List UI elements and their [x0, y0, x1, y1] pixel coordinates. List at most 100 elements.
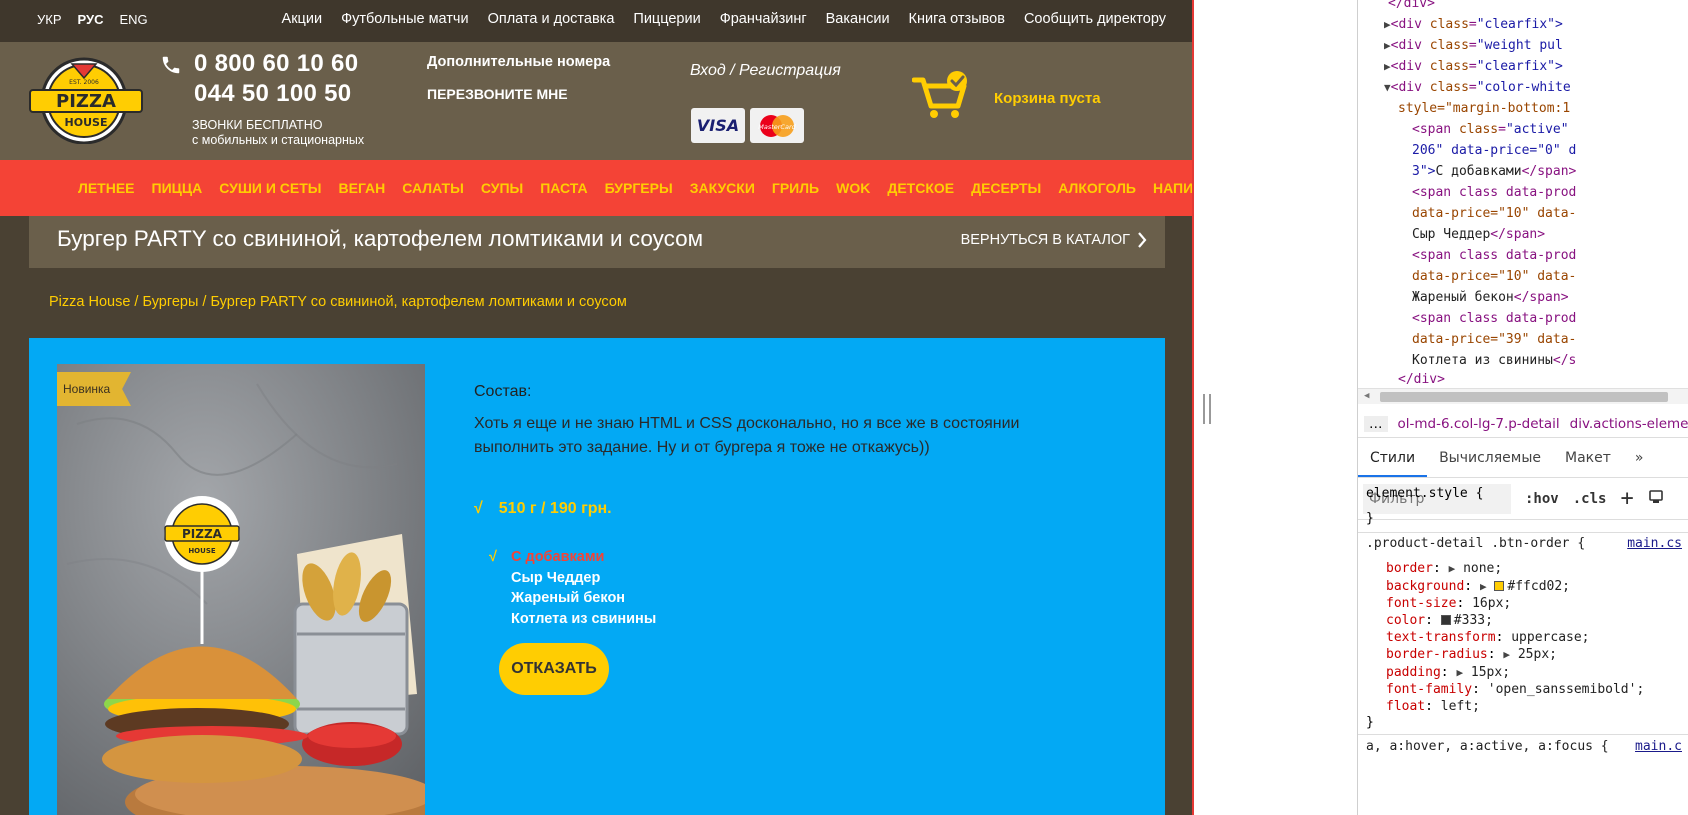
phone-number-kyiv[interactable]: 044 50 100 50 [194, 80, 351, 108]
rule-divider [1358, 734, 1688, 735]
panel-resize-handle[interactable] [1203, 394, 1211, 424]
rule-selector[interactable]: .product-detail .btn-order { [1366, 536, 1585, 551]
dom-node[interactable]: <span class data-prod [1412, 248, 1576, 263]
nav-link-reviews[interactable]: Книга отзывов [909, 11, 1005, 27]
addon-item[interactable]: Котлета из свинины [489, 609, 656, 630]
scroll-left-icon[interactable]: ◀ [1364, 391, 1369, 401]
nav-link-vacancies[interactable]: Вакансии [826, 11, 890, 27]
dom-node[interactable]: ▼<div class="color-white [1384, 80, 1571, 95]
callback-button[interactable]: ПЕРЕЗВОНИТЕ МНЕ [427, 86, 568, 102]
category-soups[interactable]: СУПЫ [481, 180, 523, 196]
dom-node[interactable]: </div> [1388, 0, 1435, 11]
lang-eng[interactable]: ENG [120, 12, 148, 27]
css-declaration[interactable]: float: left; [1386, 699, 1480, 714]
svg-text:HOUSE: HOUSE [188, 547, 216, 555]
nav-link-payment-delivery[interactable]: Оплата и доставка [488, 11, 615, 27]
css-declaration[interactable]: border: ▶ none; [1386, 561, 1502, 576]
new-rule-icon[interactable]: + [1620, 486, 1633, 511]
breadcrumb-crumb[interactable]: div.actions-eleme [1570, 416, 1688, 432]
css-declaration[interactable]: padding: ▶ 15px; [1386, 665, 1510, 680]
class-toggle[interactable]: .cls [1573, 491, 1607, 507]
phone-number-free[interactable]: 0 800 60 10 60 [194, 50, 358, 78]
dom-horizontal-scrollbar[interactable]: ◀ [1358, 388, 1688, 404]
nav-link-promotions[interactable]: Акции [282, 11, 323, 27]
addon-check-placeholder [489, 609, 503, 630]
category-drinks[interactable]: НАПИТКИ [1153, 180, 1192, 196]
dom-node[interactable]: ▶<div class="clearfix"> [1384, 59, 1563, 74]
pizza-house-logo[interactable]: EST. 2006 PIZZA HOUSE [28, 56, 144, 145]
visa-card-icon: VISA [691, 108, 745, 143]
more-tabs-icon[interactable]: » [1623, 440, 1656, 477]
addon-item[interactable]: Сыр Чеддер [489, 568, 656, 589]
scrollbar-thumb[interactable] [1380, 392, 1668, 402]
breadcrumb-ellipsis[interactable]: … [1364, 415, 1388, 432]
cart-icon[interactable] [912, 70, 970, 120]
weight-price-option[interactable]: √ 510 г / 190 грн. [474, 500, 612, 518]
dom-node[interactable]: <span class data-prod [1412, 185, 1576, 200]
category-desserts[interactable]: ДЕСЕРТЫ [971, 180, 1041, 196]
category-pizza[interactable]: ПИЦЦА [152, 180, 203, 196]
rule-selector[interactable]: a, a:hover, a:active, a:focus { [1366, 739, 1609, 754]
dom-node[interactable]: <span class data-prod [1412, 311, 1576, 326]
nav-link-pizzerias[interactable]: Пиццерии [633, 11, 700, 27]
composition-label: Состав: [474, 383, 532, 400]
category-vegan[interactable]: ВЕГАН [339, 180, 386, 196]
addons-list: √ С добавками Сыр Чеддер Жареный бекон К… [489, 547, 656, 629]
cart-status[interactable]: Корзина пуста [994, 90, 1101, 107]
devtools-breadcrumb: … ol-md-6.col-lg-7.p-detail div.actions-… [1358, 410, 1688, 438]
category-summer[interactable]: ЛЕТНЕЕ [78, 180, 135, 196]
addon-item[interactable]: √ С добавками [489, 547, 656, 568]
category-grill[interactable]: ГРИЛЬ [772, 180, 819, 196]
dom-node[interactable]: ▶<div class="weight pul [1384, 38, 1563, 53]
dom-node[interactable]: <span class="active" [1412, 122, 1569, 137]
nav-link-football[interactable]: Футбольные матчи [341, 11, 469, 27]
login-register-link[interactable]: Вход / Регистрация [690, 62, 841, 80]
breadcrumb-burgers[interactable]: Бургеры [143, 294, 199, 310]
category-kids[interactable]: ДЕТСКОЕ [887, 180, 954, 196]
category-burgers[interactable]: БУРГЕРЫ [605, 180, 673, 196]
category-wok[interactable]: WOK [836, 180, 870, 196]
color-swatch[interactable] [1440, 615, 1451, 625]
addon-label: Сыр Чеддер [511, 569, 601, 586]
site-header: EST. 2006 PIZZA HOUSE 0 800 60 10 60 044… [0, 42, 1192, 160]
hover-state-toggle[interactable]: :hov [1525, 491, 1559, 507]
extra-numbers-link[interactable]: Дополнительные номера [427, 54, 610, 70]
rule-source-link[interactable]: main.cs [1627, 536, 1682, 551]
category-sushi-sets[interactable]: СУШИ И СЕТЫ [219, 180, 321, 196]
tab-layout[interactable]: Макет [1553, 440, 1623, 477]
breadcrumb-crumb[interactable]: ol-md-6.col-lg-7.p-detail [1398, 416, 1560, 432]
product-title-bar: Бургер PARTY со свининой, картофелем лом… [29, 216, 1165, 268]
phone-icon [162, 56, 180, 74]
css-declaration[interactable]: font-family: 'open_sanssemibold'; [1386, 682, 1644, 697]
dom-node-text: 3">С добавками</span> [1412, 164, 1577, 179]
css-declaration[interactable]: border-radius: ▶ 25px; [1386, 647, 1557, 662]
category-snacks[interactable]: ЗАКУСКИ [690, 180, 755, 196]
nav-link-franchising[interactable]: Франчайзинг [720, 11, 807, 27]
category-salads[interactable]: САЛАТЫ [402, 180, 464, 196]
breadcrumb-home[interactable]: Pizza House [49, 294, 130, 310]
weight-price-label: 510 г / 190 грн. [498, 500, 612, 517]
dom-node[interactable]: ▶<div class="clearfix"> [1384, 17, 1563, 32]
tab-styles[interactable]: Стили [1358, 440, 1428, 477]
rule-source-link[interactable]: main.c [1635, 739, 1682, 754]
order-button[interactable]: ОТКАЗАТЬ [499, 643, 609, 695]
css-declaration[interactable]: color: #333; [1386, 613, 1493, 628]
css-declaration[interactable]: background: ▶ #ffcd02; [1386, 579, 1570, 594]
visa-text: VISA [696, 116, 740, 135]
lang-rus[interactable]: РУС [78, 12, 104, 27]
back-to-catalog-link[interactable]: ВЕРНУТЬСЯ В КАТАЛОГ [961, 232, 1147, 248]
lang-ukr[interactable]: УКР [37, 12, 62, 27]
category-pasta[interactable]: ПАСТА [540, 180, 587, 196]
element-style-selector[interactable]: element.style { [1366, 486, 1483, 501]
css-declaration[interactable]: text-transform: uppercase; [1386, 630, 1590, 645]
dom-node[interactable]: </div> [1398, 372, 1445, 387]
nav-link-report-director[interactable]: Сообщить директору [1024, 11, 1166, 27]
addon-item[interactable]: Жареный бекон [489, 588, 656, 609]
rule-close-brace: } [1366, 511, 1374, 526]
color-swatch[interactable] [1494, 581, 1505, 591]
category-alcohol[interactable]: АЛКОГОЛЬ [1058, 180, 1136, 196]
css-declaration[interactable]: font-size: 16px; [1386, 596, 1511, 611]
tab-computed[interactable]: Вычисляемые [1427, 440, 1553, 477]
category-navigation: ЛЕТНЕЕ ПИЦЦА СУШИ И СЕТЫ ВЕГАН САЛАТЫ СУ… [0, 160, 1192, 216]
computed-sidebar-icon[interactable] [1648, 489, 1664, 509]
